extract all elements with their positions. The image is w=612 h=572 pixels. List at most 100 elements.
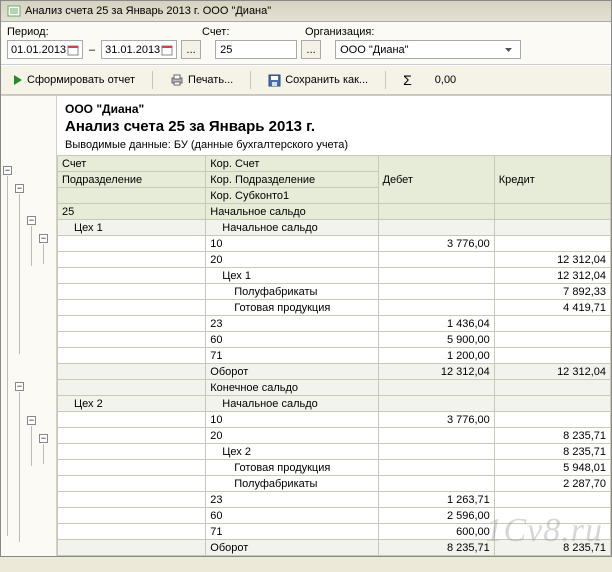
table-row[interactable]: 231 436,04 — [58, 316, 611, 332]
table-row[interactable]: 2012 312,04 — [58, 252, 611, 268]
print-label: Печать... — [188, 74, 233, 86]
table-row[interactable]: Полуфабрикаты7 892,33 — [58, 284, 611, 300]
table-cell — [58, 460, 206, 476]
table-row[interactable]: 605 900,00 — [58, 332, 611, 348]
schet-picker-button[interactable]: ... — [301, 40, 321, 59]
tree-node[interactable] — [15, 184, 24, 193]
table-cell: Оборот — [206, 364, 378, 380]
table-cell: 1 200,00 — [378, 348, 494, 364]
table-cell — [58, 300, 206, 316]
col-kor-podrazdelenie: Кор. Подразделение — [206, 172, 378, 188]
table-row[interactable]: Цех 2Начальное сальдо — [58, 396, 611, 412]
table-cell — [58, 284, 206, 300]
print-button[interactable]: Печать... — [163, 71, 240, 89]
table-row[interactable]: Оборот12 312,0412 312,04 — [58, 364, 611, 380]
table-row[interactable]: 711 200,00 — [58, 348, 611, 364]
table-row[interactable]: Оборот8 235,718 235,71 — [58, 540, 611, 556]
table-row[interactable]: Цех 1Начальное сальдо — [58, 220, 611, 236]
table-cell — [58, 268, 206, 284]
table-cell: 20 — [206, 252, 378, 268]
save-as-label: Сохранить как... — [285, 74, 368, 86]
table-cell — [494, 380, 610, 396]
table-cell: 12 312,04 — [494, 364, 610, 380]
table-row[interactable]: 71600,00 — [58, 524, 611, 540]
table-cell — [58, 412, 206, 428]
dash: – — [87, 44, 97, 56]
table-row[interactable]: 602 596,00 — [58, 508, 611, 524]
sum-value: 0,00 — [429, 74, 462, 86]
date-to-input[interactable]: 31.01.2013 — [101, 40, 177, 59]
report-icon — [7, 4, 21, 18]
table-cell — [494, 220, 610, 236]
tree-node[interactable] — [3, 166, 12, 175]
table-cell: 71 — [206, 348, 378, 364]
table-cell — [58, 524, 206, 540]
table-cell — [58, 348, 206, 364]
app-window: Анализ счета 25 за Январь 2013 г. ООО "Д… — [0, 0, 612, 557]
generate-report-button[interactable]: Сформировать отчет — [6, 71, 142, 89]
table-cell — [378, 396, 494, 412]
tree-node[interactable] — [39, 234, 48, 243]
col-debet: Дебет — [378, 156, 494, 204]
col-kredit: Кредит — [494, 156, 610, 204]
schet-value: 25 — [220, 44, 232, 56]
floppy-icon — [268, 74, 281, 87]
table-cell: 8 235,71 — [494, 428, 610, 444]
table-row[interactable]: 25Начальное сальдо — [58, 204, 611, 220]
table-row[interactable]: Полуфабрикаты2 287,70 — [58, 476, 611, 492]
table-row[interactable]: Конечное сальдо — [58, 380, 611, 396]
tree-node[interactable] — [27, 216, 36, 225]
calendar-icon[interactable] — [160, 42, 173, 57]
titlebar: Анализ счета 25 за Январь 2013 г. ООО "Д… — [1, 1, 611, 22]
table-cell: 1 263,71 — [378, 492, 494, 508]
report-body: ООО "Диана" Анализ счета 25 за Январь 20… — [57, 96, 611, 556]
table-row[interactable]: 103 776,00 — [58, 236, 611, 252]
tree-node[interactable] — [39, 434, 48, 443]
org-input[interactable]: ООО "Диана" — [335, 40, 521, 59]
table-cell — [494, 348, 610, 364]
window-title: Анализ счета 25 за Январь 2013 г. ООО "Д… — [25, 5, 271, 17]
table-cell: Цех 2 — [206, 444, 378, 460]
table-row[interactable]: 231 263,71 — [58, 492, 611, 508]
table-cell — [378, 300, 494, 316]
table-row[interactable]: Готовая продукция4 419,71 — [58, 300, 611, 316]
filters-panel: Период: Счет: Организация: 01.01.2013 – … — [1, 22, 611, 65]
table-cell — [58, 380, 206, 396]
table-cell — [58, 332, 206, 348]
table-cell: 3 776,00 — [378, 236, 494, 252]
table-cell — [58, 364, 206, 380]
report-area: ООО "Диана" Анализ счета 25 за Январь 20… — [1, 95, 611, 556]
table-cell: 12 312,04 — [378, 364, 494, 380]
table-cell: Начальное сальдо — [206, 396, 378, 412]
table-row[interactable]: Цех 112 312,04 — [58, 268, 611, 284]
table-cell — [378, 204, 494, 220]
table-row[interactable]: 208 235,71 — [58, 428, 611, 444]
table-cell: 12 312,04 — [494, 268, 610, 284]
table-cell — [494, 316, 610, 332]
table-cell — [58, 508, 206, 524]
calendar-icon[interactable] — [66, 42, 79, 57]
table-cell: Цех 2 — [58, 396, 206, 412]
tree-node[interactable] — [27, 416, 36, 425]
table-row[interactable]: Готовая продукция5 948,01 — [58, 460, 611, 476]
table-cell: Конечное сальдо — [206, 380, 378, 396]
table-cell: Готовая продукция — [206, 300, 378, 316]
separator — [250, 71, 251, 89]
table-cell — [378, 268, 494, 284]
toolbar: Сформировать отчет Печать... Сохранить к… — [1, 65, 611, 95]
org-label: Организация: — [305, 26, 374, 38]
table-cell — [58, 236, 206, 252]
sum-button[interactable]: Σ — [396, 69, 419, 91]
tree-node[interactable] — [15, 382, 24, 391]
table-row[interactable]: Цех 28 235,71 — [58, 444, 611, 460]
save-as-button[interactable]: Сохранить как... — [261, 71, 375, 90]
table-cell — [58, 444, 206, 460]
table-cell: 10 — [206, 412, 378, 428]
schet-input[interactable]: 25 — [215, 40, 297, 59]
period-picker-button[interactable]: ... — [181, 40, 201, 59]
date-from-input[interactable]: 01.01.2013 — [7, 40, 83, 59]
chevron-down-icon[interactable] — [501, 42, 516, 57]
play-icon — [13, 74, 23, 86]
table-row[interactable]: 103 776,00 — [58, 412, 611, 428]
table-cell — [494, 508, 610, 524]
